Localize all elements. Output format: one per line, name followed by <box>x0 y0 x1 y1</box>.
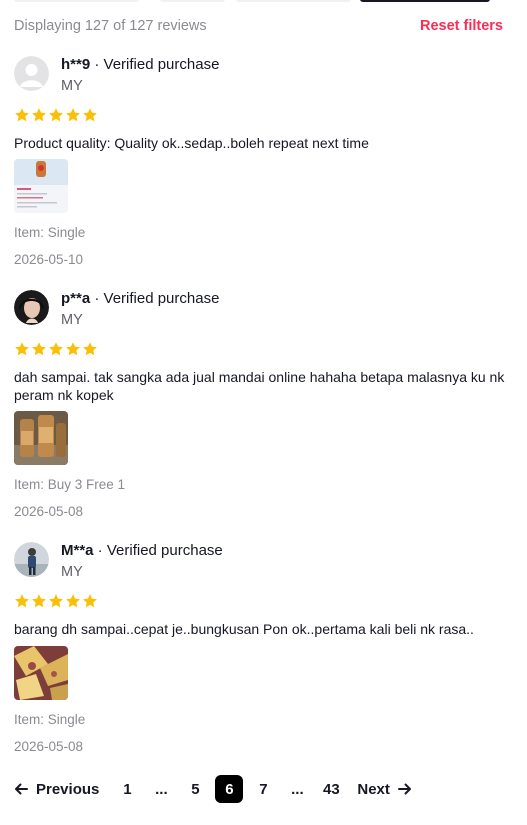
reviewer-line: p**a · Verified purchase <box>61 290 219 307</box>
page-ellipsis: ... <box>155 780 168 798</box>
filter-chips-edge <box>0 0 527 2</box>
star-icon <box>32 342 46 356</box>
review-text: Product quality: Quality ok..sedap..bole… <box>14 135 369 151</box>
review-text: dah sampai. tak sangka ada jual mandai o… <box>14 369 505 403</box>
page-link-1[interactable]: 1 <box>113 775 141 803</box>
verified-purchase-label: · Verified purchase <box>90 290 220 307</box>
user-photo-avatar-icon[interactable] <box>14 290 49 325</box>
review-photo-thumbnail[interactable] <box>14 646 68 700</box>
pagination: Previous 1 ... 5 6 7 ... 43 Next <box>14 774 412 804</box>
reset-filters-link[interactable]: Reset filters <box>420 18 503 34</box>
reviewer-region: MY <box>61 78 83 94</box>
reviewer-line: M**a · Verified purchase <box>61 542 223 559</box>
reviewer-name: M**a <box>61 542 94 559</box>
page-link-5[interactable]: 5 <box>181 775 209 803</box>
star-icon <box>32 108 46 122</box>
star-rating <box>14 107 98 123</box>
previous-page-button[interactable]: Previous <box>14 775 99 803</box>
review-photo-thumbnail[interactable] <box>14 159 68 213</box>
review-date: 2026-05-08 <box>14 504 84 519</box>
star-icon <box>32 594 46 608</box>
reviewer-line: h**9 · Verified purchase <box>61 56 219 73</box>
next-page-button[interactable]: Next <box>357 775 412 803</box>
star-icon <box>66 108 80 122</box>
reviewer-region: MY <box>61 312 83 328</box>
user-photo-avatar-icon[interactable] <box>14 542 49 577</box>
review-date: 2026-05-08 <box>14 739 84 754</box>
star-icon <box>15 594 29 608</box>
page-link-7[interactable]: 7 <box>249 775 277 803</box>
reviews-summary-row: Displaying 127 of 127 reviews Reset filt… <box>14 16 503 36</box>
review-photo-thumbnail[interactable] <box>14 411 68 465</box>
reviewer-name: h**9 <box>61 56 91 73</box>
star-icon <box>49 594 63 608</box>
previous-label: Previous <box>36 780 100 798</box>
default-user-avatar-icon[interactable] <box>14 56 49 91</box>
purchased-item-variant: Item: Single <box>14 225 86 240</box>
verified-purchase-label: · Verified purchase <box>93 542 223 559</box>
purchased-item-variant: Item: Single <box>14 712 86 727</box>
review-date: 2026-05-10 <box>14 252 84 267</box>
reviewer-region: MY <box>61 564 83 580</box>
reviews-count-text: Displaying 127 of 127 reviews <box>14 18 207 34</box>
star-rating <box>14 341 98 357</box>
star-icon <box>15 342 29 356</box>
star-icon <box>49 342 63 356</box>
next-label: Next <box>357 780 390 798</box>
star-icon <box>66 342 80 356</box>
star-icon <box>83 342 97 356</box>
purchased-item-variant: Item: Buy 3 Free 1 <box>14 477 126 492</box>
verified-purchase-label: · Verified purchase <box>90 56 220 73</box>
reviewer-name: p**a <box>61 290 91 307</box>
star-icon <box>15 108 29 122</box>
page-current-6[interactable]: 6 <box>215 775 244 803</box>
star-rating <box>14 593 98 609</box>
review-text: barang dh sampai..cepat je..bungkusan Po… <box>14 621 474 637</box>
star-icon <box>83 108 97 122</box>
star-icon <box>83 594 97 608</box>
page-ellipsis: ... <box>291 780 304 798</box>
page-link-43[interactable]: 43 <box>317 775 345 803</box>
arrow-right-icon <box>397 783 411 795</box>
star-icon <box>66 594 80 608</box>
arrow-left-icon <box>15 783 28 795</box>
star-icon <box>49 108 63 122</box>
